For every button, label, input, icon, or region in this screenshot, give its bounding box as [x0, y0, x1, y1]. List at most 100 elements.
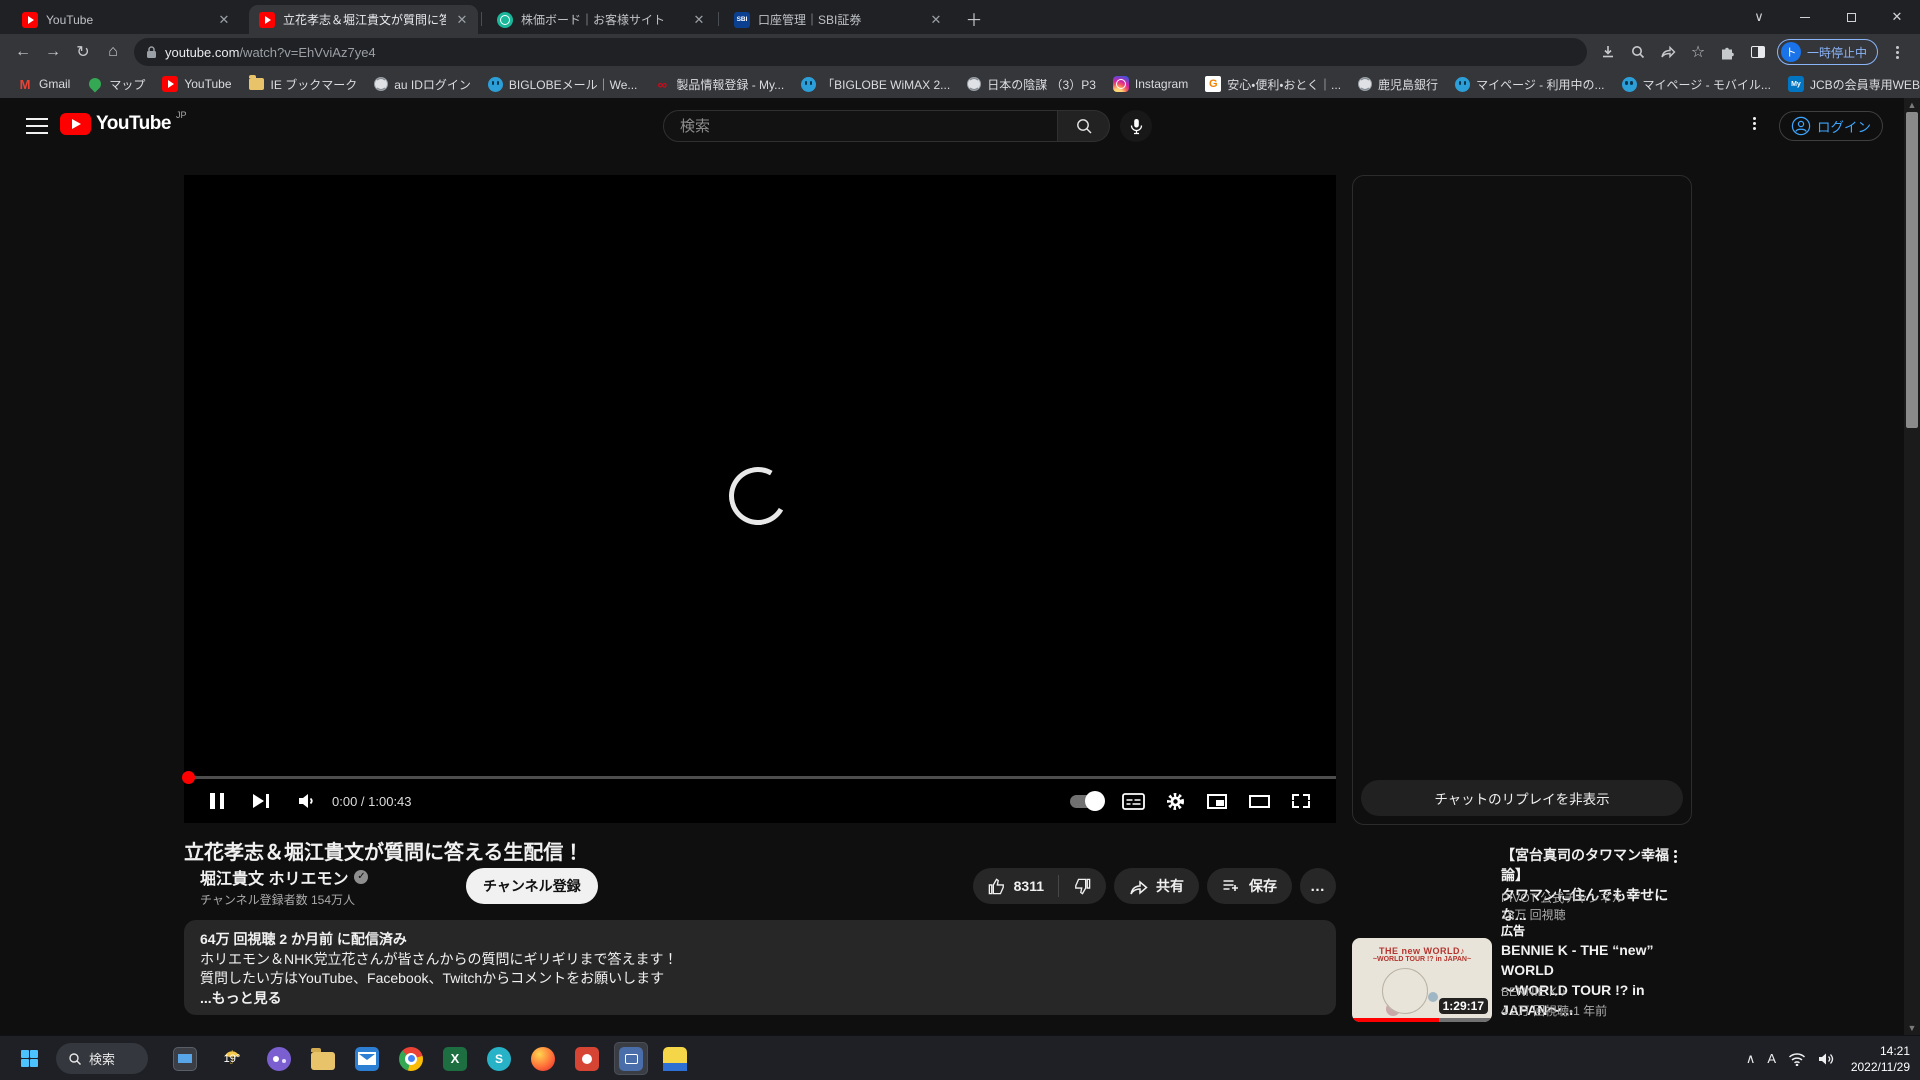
recommended-thumbnail[interactable]: THE new WORLD♪ ~WORLD TOUR !? in JAPAN~ … — [1352, 938, 1492, 1022]
recommended-channel[interactable]: PIVOT 公式チャンネル — [1501, 889, 1681, 906]
scrollbar-down-arrow[interactable]: ▼ — [1908, 1021, 1917, 1035]
bookmark-youtube[interactable]: YouTube — [155, 73, 238, 95]
taskbar-app-desktop[interactable] — [168, 1042, 202, 1075]
taskbar-app-firefox[interactable] — [526, 1042, 560, 1075]
pause-button[interactable] — [202, 779, 232, 823]
browser-menu-icon[interactable] — [1882, 37, 1912, 67]
next-button[interactable] — [246, 779, 276, 823]
taskbar-app-chrome[interactable] — [394, 1042, 428, 1075]
bookmark-au-id[interactable]: au IDログイン — [367, 73, 478, 96]
like-button[interactable]: 8311 — [973, 868, 1058, 904]
ime-indicator[interactable]: A — [1767, 1051, 1776, 1066]
taskbar-app-mail[interactable] — [350, 1042, 384, 1075]
window-close-button[interactable]: ✕ — [1874, 0, 1920, 34]
fullscreen-button[interactable] — [1284, 779, 1318, 823]
hide-chat-replay-button[interactable]: チャットのリプレイを非表示 — [1361, 780, 1683, 816]
tab-close-icon[interactable]: ✕ — [691, 12, 707, 28]
more-actions-button[interactable]: … — [1300, 868, 1336, 904]
search-input[interactable] — [680, 118, 1041, 135]
page-scrollbar[interactable]: ▲ ▼ — [1904, 98, 1920, 1035]
scrollbar-thumb[interactable] — [1906, 112, 1918, 428]
find-in-page-icon[interactable] — [1623, 37, 1653, 67]
bookmark-wimax[interactable]: 「BIGLOBE WiMAX 2... — [794, 73, 957, 96]
bookmark-gmail[interactable]: Gmail — [10, 73, 77, 95]
taskbar-clock[interactable]: 14:21 2022/11/29 — [1851, 1043, 1910, 1075]
speaker-icon[interactable] — [1818, 1052, 1834, 1066]
tab-stock-board[interactable]: 株価ボード｜お客様サイト ✕ — [487, 5, 715, 34]
recommendation-menu-icon[interactable] — [1674, 850, 1677, 863]
side-panel-icon[interactable] — [1743, 37, 1773, 67]
wifi-icon[interactable] — [1788, 1052, 1806, 1066]
dislike-button[interactable] — [1059, 868, 1106, 904]
miniplayer-button[interactable] — [1200, 779, 1234, 823]
window-minimize-button[interactable] — [1782, 0, 1828, 34]
search-button[interactable] — [1058, 110, 1110, 142]
bookmark-jcb[interactable]: JCBの会員専用WEB... — [1781, 73, 1920, 96]
taskbar-app-people[interactable] — [262, 1042, 296, 1075]
taskbar-app-skype[interactable]: S — [482, 1042, 516, 1075]
reload-button[interactable]: ↻ — [68, 37, 98, 67]
bookmark-ie-folder[interactable]: IE ブックマーク — [242, 73, 365, 96]
volume-button[interactable] — [290, 779, 322, 823]
taskbar-weather-widget[interactable]: ☂ 19° — [208, 1042, 256, 1075]
bookmark-kagoshima-bank[interactable]: 鹿児島銀行 — [1351, 73, 1445, 96]
bookmark-mypage-riyou[interactable]: マイページ - 利用中の... — [1448, 73, 1611, 96]
share-button[interactable]: 共有 — [1114, 868, 1199, 904]
description-box[interactable]: 64万 回視聴 2 か月前 に配信済み ホリエモン＆NHK党立花さんが皆さんから… — [184, 920, 1336, 1015]
youtube-settings-menu-icon[interactable] — [1753, 117, 1756, 130]
taskbar-app-sticky-notes[interactable] — [658, 1042, 692, 1075]
share-page-icon[interactable] — [1653, 37, 1683, 67]
tab-sbi-account[interactable]: 口座管理｜SBI証券 ✕ — [724, 5, 952, 34]
bookmark-maps[interactable]: マップ — [80, 73, 152, 96]
home-button[interactable]: ⌂ — [98, 37, 128, 67]
voice-search-button[interactable] — [1120, 110, 1152, 142]
search-box[interactable] — [663, 110, 1058, 142]
guide-menu-icon[interactable] — [26, 118, 48, 134]
address-bar[interactable]: youtube.com/watch?v=EhVviAz7ye4 — [134, 38, 1587, 66]
tab-current-video[interactable]: 立花孝志＆堀江貴文が質問に答え ✕ — [249, 5, 478, 34]
firefox-icon — [531, 1047, 555, 1071]
show-more-link[interactable]: ...もっと見る — [200, 989, 1320, 1009]
bookmark-star-icon[interactable]: ☆ — [1683, 37, 1713, 67]
tab-search-chevron-icon[interactable]: ∨ — [1736, 0, 1782, 34]
tab-close-icon[interactable]: ✕ — [216, 12, 232, 28]
recommended-views: 18万 回視聴 — [1501, 906, 1681, 923]
theater-mode-button[interactable] — [1242, 779, 1276, 823]
taskbar-search[interactable]: 検索 — [56, 1043, 148, 1074]
taskbar-app-explorer[interactable] — [306, 1042, 340, 1075]
forward-button[interactable]: → — [38, 37, 68, 67]
taskbar-app-photos[interactable] — [570, 1042, 604, 1075]
bookmark-biglobe-mail[interactable]: BIGLOBEメール｜We... — [481, 73, 644, 96]
g-icon — [1205, 76, 1221, 92]
downloads-icon[interactable] — [1593, 37, 1623, 67]
save-button[interactable]: 保存 — [1207, 868, 1292, 904]
subtitles-button[interactable] — [1116, 779, 1150, 823]
channel-info[interactable]: 堀江貴文 ホリエモン ✓ チャンネル登録者数 154万人 — [200, 865, 466, 908]
new-tab-button[interactable]: ＋ — [962, 6, 986, 30]
recommended-channel[interactable]: BENNIE K ♪ — [1501, 985, 1681, 999]
taskbar-app-active[interactable] — [614, 1042, 648, 1075]
youtube-logo[interactable]: YouTube JP — [60, 113, 186, 135]
channel-name[interactable]: 堀江貴文 ホリエモン — [200, 865, 348, 889]
taskbar-app-excel[interactable]: X — [438, 1042, 472, 1075]
autoplay-toggle[interactable] — [1064, 779, 1108, 823]
scrollbar-up-arrow[interactable]: ▲ — [1908, 98, 1917, 112]
bookmark-mypage-mobile[interactable]: マイページ - モバイル... — [1615, 73, 1778, 96]
tab-close-icon[interactable]: ✕ — [928, 12, 944, 28]
tray-overflow-chevron-icon[interactable]: ∧ — [1746, 1051, 1756, 1067]
extensions-puzzle-icon[interactable] — [1713, 37, 1743, 67]
start-button[interactable] — [12, 1042, 46, 1075]
bookmark-nihon-no-inbou[interactable]: 日本の陰謀 （3）P3 — [960, 73, 1103, 96]
video-player[interactable]: 0:00 / 1:00:43 — [184, 175, 1336, 823]
login-button[interactable]: ログイン — [1779, 111, 1883, 141]
tab-youtube-home[interactable]: YouTube ✕ — [12, 5, 240, 34]
subscribe-button[interactable]: チャンネル登録 — [466, 868, 598, 904]
back-button[interactable]: ← — [8, 37, 38, 67]
bookmark-anshin-benri[interactable]: 安心・便利・おとく｜... — [1198, 73, 1348, 96]
profile-chip-sync-paused[interactable]: ト 一時停止中 — [1777, 39, 1878, 65]
bookmark-product-register[interactable]: 製品情報登録 - My... — [647, 73, 791, 96]
bookmark-instagram[interactable]: Instagram — [1106, 73, 1195, 95]
window-maximize-button[interactable] — [1828, 0, 1874, 34]
tab-close-icon[interactable]: ✕ — [454, 12, 470, 28]
settings-gear-icon[interactable] — [1158, 779, 1192, 823]
